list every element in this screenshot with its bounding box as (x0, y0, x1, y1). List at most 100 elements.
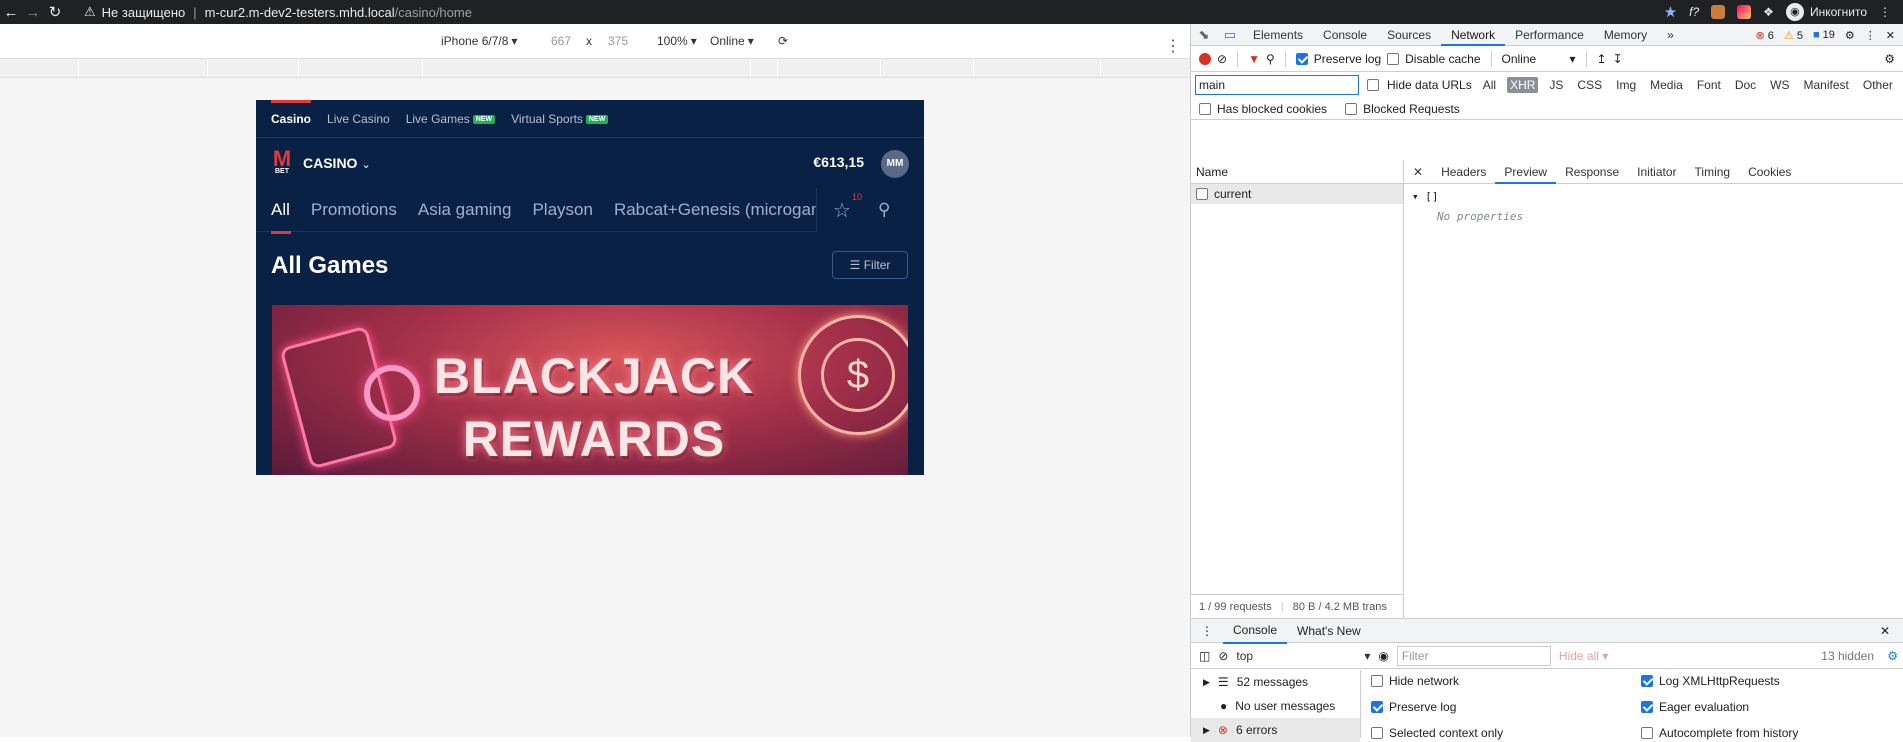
tab-asia-gaming[interactable]: Asia gaming (418, 200, 512, 220)
settings-gear-icon[interactable]: ⚙ (1845, 29, 1855, 42)
type-doc[interactable]: Doc (1732, 77, 1759, 93)
tab-preview[interactable]: Preview (1495, 160, 1557, 184)
zoom-select[interactable]: 100% ▾ (657, 34, 697, 48)
topnav-virtual-sports[interactable]: Virtual Sports NEW (511, 112, 609, 126)
topnav-live-casino[interactable]: Live Casino (327, 112, 390, 126)
tab-all[interactable]: All (271, 200, 291, 234)
reload-icon[interactable]: ↻ (44, 3, 66, 21)
tab-headers[interactable]: Headers (1432, 160, 1495, 184)
console-settings-gear-icon[interactable]: ⚙ (1887, 649, 1898, 663)
tab-initiator[interactable]: Initiator (1628, 160, 1685, 184)
device-toggle-icon[interactable]: ▭ (1217, 27, 1243, 43)
topnav-casino[interactable]: Casino (271, 112, 311, 126)
context-select[interactable]: top ▾ (1236, 649, 1370, 663)
error-counter[interactable]: ⊗ 6 (1755, 29, 1773, 42)
topnav-live-games[interactable]: Live Games NEW (406, 112, 496, 126)
network-settings-icon[interactable]: ⚙ (1884, 52, 1895, 66)
name-column-header[interactable]: Name (1191, 160, 1403, 184)
extension-icon[interactable] (1711, 5, 1726, 19)
selected-context-option[interactable]: Selected context only (1371, 726, 1503, 740)
devtools-menu-icon[interactable]: ⋮ (1865, 29, 1876, 42)
tab-response[interactable]: Response (1556, 160, 1628, 184)
tab-performance[interactable]: Performance (1505, 24, 1594, 46)
function-extension-icon[interactable]: f? (1689, 5, 1699, 19)
type-img[interactable]: Img (1613, 77, 1639, 93)
log-xhr-checkbox[interactable] (1641, 675, 1653, 687)
tab-console[interactable]: Console (1313, 24, 1377, 46)
search-icon[interactable]: ⚲ (878, 200, 890, 220)
more-tabs-icon[interactable]: » (1657, 24, 1684, 46)
sidebar-item-user-messages[interactable]: ● No user messages (1191, 694, 1360, 718)
hide-data-urls-checkbox[interactable] (1367, 79, 1379, 91)
balance[interactable]: €613,15 (813, 154, 864, 170)
export-har-icon[interactable]: ↧ (1613, 52, 1623, 66)
selected-context-checkbox[interactable] (1371, 727, 1383, 739)
type-ws[interactable]: WS (1767, 77, 1792, 93)
extension-gradient-icon[interactable] (1737, 5, 1752, 19)
type-css[interactable]: CSS (1574, 77, 1605, 93)
network-throttle-select[interactable]: Online ▾ (1502, 52, 1576, 66)
back-icon[interactable]: ← (0, 4, 22, 21)
drawer-tab-console[interactable]: Console (1223, 618, 1288, 644)
drawer-menu-icon[interactable]: ⋮ (1191, 619, 1223, 643)
width-input[interactable]: 667 (551, 34, 571, 48)
tab-network[interactable]: Network (1441, 24, 1506, 46)
height-input[interactable]: 375 (608, 34, 628, 48)
bookmark-star-icon[interactable]: ★ (1664, 3, 1677, 21)
live-expression-eye-icon[interactable]: ◉ (1378, 649, 1388, 663)
search-icon[interactable]: ⚲ (1266, 52, 1275, 66)
info-counter[interactable]: ■ 19 (1813, 29, 1835, 41)
disable-cache-checkbox[interactable] (1387, 52, 1400, 65)
section-dropdown[interactable]: CASINO ⌄ (303, 155, 371, 171)
tab-sources[interactable]: Sources (1377, 24, 1441, 46)
console-filter-input[interactable]: Filter (1396, 645, 1551, 666)
blocked-requests-checkbox[interactable] (1345, 102, 1358, 115)
media-query-ruler[interactable] (0, 58, 1190, 78)
tab-cookies[interactable]: Cookies (1739, 160, 1800, 184)
clear-icon[interactable]: ⊘ (1217, 52, 1227, 66)
tab-playson[interactable]: Playson (532, 200, 592, 220)
type-other[interactable]: Other (1860, 77, 1896, 93)
blackjack-banner[interactable]: BLACKJACK REWARDS $ (272, 305, 908, 475)
log-levels-select[interactable]: Hide all ▾ (1559, 649, 1608, 663)
hide-network-checkbox[interactable] (1371, 675, 1383, 687)
incognito-profile[interactable]: ◉ Инкогнито (1785, 3, 1867, 21)
throttle-select[interactable]: Online ▾ (710, 34, 754, 48)
autocomplete-checkbox[interactable] (1641, 727, 1653, 739)
rotate-icon[interactable]: ⟳ (778, 34, 788, 48)
preserve-log-option[interactable]: Preserve log (1371, 700, 1456, 714)
type-js[interactable]: JS (1546, 77, 1566, 93)
network-filter-input[interactable]: main (1195, 75, 1359, 95)
address-bar[interactable]: ⚠ Не защищено | m-cur2.m-dev2-testers.mh… (84, 0, 472, 24)
clear-console-icon[interactable]: ⊘ (1218, 649, 1228, 663)
sidebar-toggle-icon[interactable]: ◫ (1199, 649, 1210, 663)
menu-dots-icon[interactable]: ⋮ (1879, 5, 1891, 19)
close-details-icon[interactable]: ✕ (1404, 160, 1432, 184)
eager-eval-option[interactable]: Eager evaluation (1641, 700, 1749, 714)
type-xhr[interactable]: XHR (1507, 77, 1539, 93)
eager-eval-checkbox[interactable] (1641, 701, 1653, 713)
log-xhr-option[interactable]: Log XMLHttpRequests (1641, 674, 1780, 688)
type-all[interactable]: All (1480, 77, 1499, 93)
device-select[interactable]: iPhone 6/7/8 ▾ (441, 34, 517, 48)
autocomplete-option[interactable]: Autocomplete from history (1641, 726, 1798, 740)
favorites-star-icon[interactable]: ☆ (833, 198, 851, 223)
drawer-tab-whats-new[interactable]: What's New (1287, 619, 1371, 643)
has-blocked-cookies-checkbox[interactable] (1199, 102, 1211, 115)
forward-icon[interactable]: → (22, 4, 44, 21)
sidebar-item-errors[interactable]: ▶ ⊗ 6 errors (1191, 718, 1360, 742)
preserve-log-checkbox[interactable] (1371, 701, 1383, 713)
tab-memory[interactable]: Memory (1594, 24, 1657, 46)
preserve-log-checkbox[interactable] (1295, 52, 1308, 65)
device-menu-icon[interactable]: ⋮ (1165, 36, 1181, 56)
tab-promotions[interactable]: Promotions (311, 200, 397, 220)
sidebar-item-messages[interactable]: ▶ ☰ 52 messages (1191, 670, 1360, 694)
preview-root[interactable]: ▾ [] (1412, 190, 1896, 203)
close-drawer-icon[interactable]: ✕ (1870, 619, 1900, 643)
puzzle-icon[interactable]: ❖ (1763, 5, 1774, 19)
warning-counter[interactable]: ⚠ 5 (1784, 29, 1803, 42)
tab-timing[interactable]: Timing (1686, 160, 1740, 184)
type-manifest[interactable]: Manifest (1801, 77, 1852, 93)
type-media[interactable]: Media (1647, 77, 1686, 93)
filter-funnel-icon[interactable]: ▼ (1248, 52, 1260, 66)
